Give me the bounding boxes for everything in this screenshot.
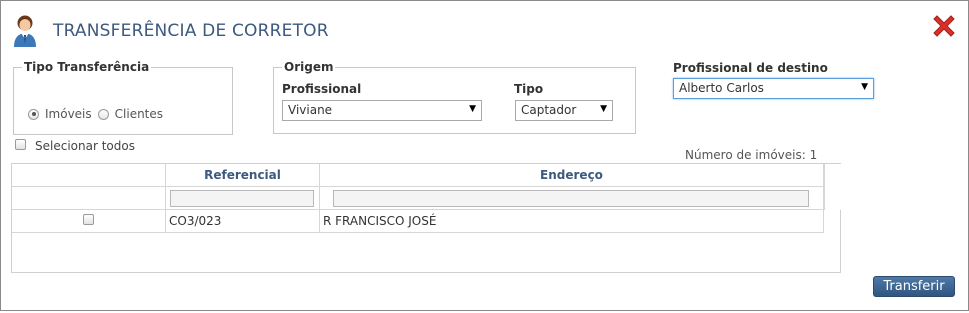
tipo-transferencia-legend: Tipo Transferência	[24, 60, 150, 74]
radio-imoveis[interactable]	[28, 108, 39, 120]
profissional-select[interactable]: Viviane ▼	[282, 100, 482, 121]
imoveis-count: Número de imóveis: 1	[685, 148, 818, 162]
tipo-select[interactable]: Captador ▼	[515, 100, 613, 121]
radio-imoveis-label[interactable]: Imóveis	[45, 107, 92, 121]
chevron-down-icon: ▼	[861, 82, 868, 92]
row-checkbox[interactable]	[83, 214, 94, 225]
tipo-label: Tipo	[514, 82, 544, 96]
grid-header: Referencial Endereço	[12, 164, 824, 187]
header-endereco[interactable]: Endereço	[320, 164, 824, 186]
radio-clientes-label[interactable]: Clientes	[115, 107, 163, 121]
row-endereco: R FRANCISCO JOSÉ	[320, 210, 824, 232]
filter-referencial-input[interactable]	[170, 190, 314, 207]
header-referencial[interactable]: Referencial	[166, 164, 320, 186]
grid-filter-row	[12, 187, 824, 210]
tipo-select-value: Captador	[521, 103, 577, 117]
select-all-checkbox[interactable]	[15, 139, 26, 150]
chevron-down-icon: ▼	[600, 104, 607, 114]
user-broker-icon	[14, 15, 36, 47]
header-select-column	[12, 164, 166, 186]
grid-scrollbar-column	[824, 164, 842, 210]
radio-clientes[interactable]	[97, 108, 109, 120]
transferir-button[interactable]: Transferir	[873, 276, 955, 297]
origem-legend: Origem	[284, 60, 334, 74]
origem-group: Origem	[273, 60, 636, 134]
filter-endereco-cell	[320, 187, 824, 209]
profissional-select-value: Viviane	[288, 103, 333, 117]
destino-select[interactable]: Alberto Carlos ▼	[673, 78, 874, 99]
destino-label: Profissional de destino	[673, 61, 828, 75]
filter-select-cell	[12, 187, 166, 209]
dialog-title: TRANSFERÊNCIA DE CORRETOR	[53, 21, 329, 41]
table-row: CO3/023 R FRANCISCO JOSÉ	[12, 210, 824, 233]
profissional-label: Profissional	[282, 82, 362, 96]
select-all-label[interactable]: Selecionar todos	[35, 139, 135, 153]
row-select-cell	[12, 210, 166, 232]
filter-endereco-input[interactable]	[333, 190, 809, 207]
dialog-window: TRANSFERÊNCIA DE CORRETOR Tipo Transferê…	[0, 0, 969, 311]
chevron-down-icon: ▼	[469, 104, 476, 114]
close-icon[interactable]	[930, 12, 958, 40]
row-referencial: CO3/023	[166, 210, 320, 232]
imoveis-grid: Referencial Endereço CO3/023 R FRANCISCO…	[11, 163, 842, 273]
destino-select-value: Alberto Carlos	[679, 81, 764, 95]
filter-referencial-cell	[166, 187, 320, 209]
tipo-transferencia-group: Tipo Transferência Imóveis Clientes	[13, 60, 233, 135]
